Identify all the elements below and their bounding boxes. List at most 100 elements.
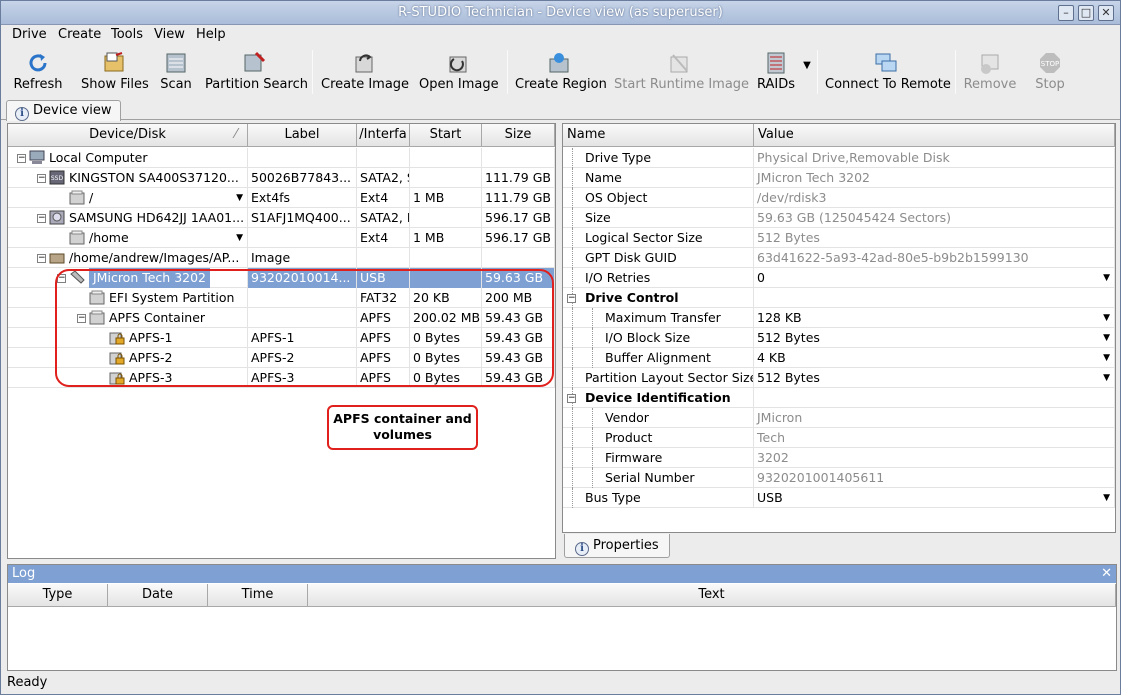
dropdown-arrow-icon[interactable]: ▼ bbox=[1103, 488, 1110, 508]
column-header-label[interactable]: Label bbox=[248, 124, 357, 147]
property-row[interactable]: Name JMicron Tech 3202 bbox=[563, 168, 1115, 188]
property-row[interactable]: Size 59.63 GB (125045424 Sectors) bbox=[563, 208, 1115, 228]
partition-search-label: Partition Search bbox=[205, 77, 308, 92]
menu-create[interactable]: Create bbox=[58, 27, 101, 42]
property-row[interactable]: I/O Retries 0 ▼ bbox=[563, 268, 1115, 288]
tree-line bbox=[572, 248, 573, 268]
column-header-device-disk[interactable]: Device/Disk ⁄ bbox=[8, 124, 248, 147]
tree-line bbox=[592, 348, 593, 368]
property-row[interactable]: Drive Type Physical Drive,Removable Disk bbox=[563, 148, 1115, 168]
tree-toggle-icon[interactable]: − bbox=[37, 254, 46, 263]
tree-toggle-icon[interactable]: − bbox=[567, 294, 576, 303]
table-row[interactable]: /home ▼ Ext4 1 MB 596.17 GB bbox=[8, 228, 555, 248]
property-name: Drive Type bbox=[585, 150, 652, 165]
device-name: SAMSUNG HD642JJ 1AA01... bbox=[69, 210, 245, 225]
property-row[interactable]: Logical Sector Size 512 Bytes bbox=[563, 228, 1115, 248]
open-image-button[interactable]: Open Image bbox=[419, 46, 499, 96]
log-close-icon[interactable]: ✕ bbox=[1101, 565, 1112, 583]
tree-line bbox=[572, 368, 573, 388]
raids-button[interactable]: RAIDs bbox=[755, 46, 797, 96]
tab-properties[interactable]: i Properties bbox=[564, 534, 670, 558]
toolbar-separator bbox=[955, 50, 956, 94]
property-group[interactable]: − Device Identification bbox=[563, 388, 1115, 408]
property-row[interactable]: Serial Number 9320201001405611 bbox=[563, 468, 1115, 488]
cell-col-1 bbox=[248, 148, 357, 168]
log-column-text[interactable]: Text bbox=[308, 584, 1116, 607]
property-value[interactable]: USB ▼ bbox=[754, 488, 1115, 508]
property-value[interactable]: 4 KB ▼ bbox=[754, 348, 1115, 368]
property-value[interactable]: 0 ▼ bbox=[754, 268, 1115, 288]
property-row[interactable]: Buffer Alignment 4 KB ▼ bbox=[563, 348, 1115, 368]
maximize-button[interactable]: □ bbox=[1078, 5, 1094, 21]
connect-to-remote-button[interactable]: Connect To Remote bbox=[825, 46, 951, 96]
remove-button[interactable]: Remove bbox=[963, 46, 1017, 96]
partition-search-icon bbox=[244, 51, 266, 72]
start-runtime-image-icon bbox=[670, 54, 688, 73]
table-row[interactable]: / ▼ Ext4fs Ext4 1 MB 111.79 GB bbox=[8, 188, 555, 208]
property-value[interactable]: 128 KB ▼ bbox=[754, 308, 1115, 328]
table-row[interactable]: − SSD KINGSTON SA400S37120... 50026B77843..… bbox=[8, 168, 555, 188]
property-row[interactable]: I/O Block Size 512 Bytes ▼ bbox=[563, 328, 1115, 348]
property-row[interactable]: Bus Type USB ▼ bbox=[563, 488, 1115, 508]
property-value-text: 4 KB bbox=[757, 350, 786, 365]
property-row[interactable]: Product Tech bbox=[563, 428, 1115, 448]
table-row[interactable]: − /home/andrew/Images/AP... Image bbox=[8, 248, 555, 268]
column-header-value[interactable]: Value bbox=[754, 124, 1115, 147]
dropdown-arrow-icon[interactable]: ▼ bbox=[236, 188, 243, 208]
tree-toggle-icon[interactable]: − bbox=[37, 214, 46, 223]
property-row[interactable]: OS Object/dev/rdisk3 bbox=[563, 188, 1115, 208]
tree-toggle-icon[interactable]: − bbox=[37, 174, 46, 183]
property-name: Buffer Alignment bbox=[605, 350, 711, 365]
menu-drive[interactable]: Drive bbox=[12, 27, 47, 42]
property-name: Device Identification bbox=[585, 390, 731, 405]
close-button[interactable]: ✕ bbox=[1098, 5, 1114, 21]
column-header-start[interactable]: Start bbox=[410, 124, 482, 147]
dropdown-arrow-icon[interactable]: ▼ bbox=[1103, 328, 1110, 348]
stop-button[interactable]: STOP Stop bbox=[1031, 46, 1069, 96]
column-header-label: Device/Disk bbox=[89, 127, 166, 142]
property-row[interactable]: Firmware 3202 bbox=[563, 448, 1115, 468]
device-name: KINGSTON SA400S37120... bbox=[69, 170, 239, 185]
column-header-interface[interactable]: /Interfa bbox=[357, 124, 410, 147]
table-row[interactable]: − Local Computer bbox=[8, 148, 555, 168]
log-column-type[interactable]: Type bbox=[8, 584, 108, 607]
property-value-text: USB bbox=[757, 490, 783, 505]
show-files-button[interactable]: Show Files bbox=[81, 46, 149, 96]
menu-tools[interactable]: Tools bbox=[111, 27, 143, 42]
minimize-button[interactable]: – bbox=[1058, 5, 1074, 21]
property-row[interactable]: GPT Disk GUID 63d41622-5a93-42ad-80e5-b9b… bbox=[563, 248, 1115, 268]
create-region-button[interactable]: Create Region bbox=[515, 46, 607, 96]
property-value: 9320201001405611 bbox=[754, 468, 1115, 488]
dropdown-arrow-icon[interactable]: ▼ bbox=[1103, 368, 1110, 388]
property-row[interactable]: Maximum Transfer 128 KB ▼ bbox=[563, 308, 1115, 328]
property-value[interactable]: 512 Bytes ▼ bbox=[754, 368, 1115, 388]
log-column-date[interactable]: Date bbox=[108, 584, 208, 607]
menu-help[interactable]: Help bbox=[196, 27, 226, 42]
create-image-button[interactable]: Create Image bbox=[321, 46, 409, 96]
tree-line bbox=[572, 468, 573, 488]
column-header-size[interactable]: Size bbox=[482, 124, 555, 147]
menu-view[interactable]: View bbox=[154, 27, 185, 42]
property-value[interactable]: 512 Bytes ▼ bbox=[754, 328, 1115, 348]
scan-label: Scan bbox=[160, 77, 192, 92]
table-row[interactable]: − SAMSUNG HD642JJ 1AA01... S1AFJ1MQ400... S… bbox=[8, 208, 555, 228]
log-column-time[interactable]: Time bbox=[208, 584, 308, 607]
partition-search-button[interactable]: Partition Search bbox=[205, 46, 308, 96]
tree-toggle-icon[interactable]: − bbox=[567, 394, 576, 403]
dropdown-arrow-icon[interactable]: ▼ bbox=[1103, 348, 1110, 368]
tab-device-view[interactable]: i Device view bbox=[6, 100, 121, 121]
property-group[interactable]: − Drive Control bbox=[563, 288, 1115, 308]
start-runtime-image-button[interactable]: Start Runtime Image bbox=[614, 46, 749, 96]
cell-col-3: 1 MB bbox=[410, 228, 482, 248]
dropdown-arrow-icon[interactable]: ▼ bbox=[1103, 308, 1110, 328]
vol-device-icon bbox=[69, 230, 85, 245]
refresh-button[interactable]: Refresh bbox=[12, 46, 64, 96]
dropdown-arrow-icon[interactable]: ▼ bbox=[1103, 268, 1110, 288]
property-row[interactable]: Partition Layout Sector Size 512 Bytes ▼ bbox=[563, 368, 1115, 388]
column-header-name[interactable]: Name bbox=[563, 124, 754, 147]
scan-button[interactable]: Scan bbox=[159, 46, 193, 96]
property-name-cell: OS Object bbox=[563, 188, 754, 208]
tree-toggle-icon[interactable]: − bbox=[17, 154, 26, 163]
property-row[interactable]: Vendor JMicron bbox=[563, 408, 1115, 428]
dropdown-arrow-icon[interactable]: ▼ bbox=[236, 228, 243, 248]
